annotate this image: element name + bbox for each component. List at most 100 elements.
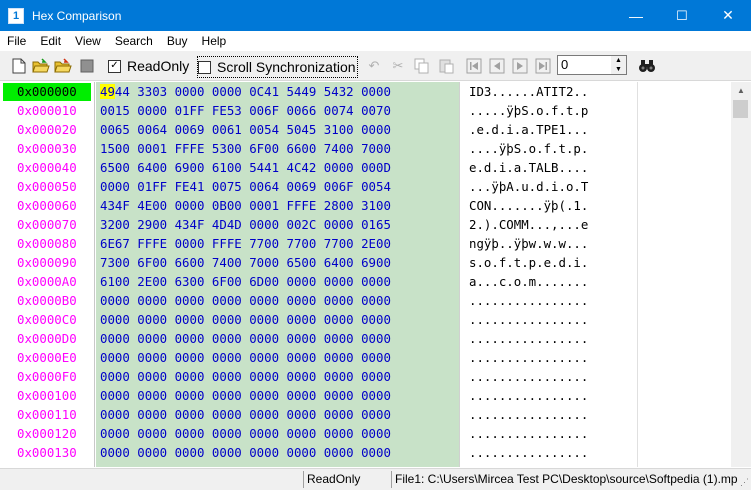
title-bar: 1 Hex Comparison — ☐ ✕ xyxy=(0,0,751,31)
menu-bar: File Edit View Search Buy Help xyxy=(0,31,751,51)
ascii-column[interactable]: ID3......ATIT2.. .....ÿþS.o.f.t.p .e.d.i.a… xyxy=(459,82,637,467)
hex-row[interactable]: 0000 0000 0000 0000 0000 0000 0000 0000 xyxy=(100,444,391,462)
readonly-checkbox[interactable]: ✓ ReadOnly xyxy=(108,56,189,76)
hex-row[interactable]: 0000 0000 0000 0000 0000 0000 0000 0000 xyxy=(100,368,391,386)
find-binoculars-icon[interactable] xyxy=(638,57,656,75)
menu-search[interactable]: Search xyxy=(108,34,160,48)
open-folder-icon[interactable] xyxy=(32,57,50,75)
status-mode: ReadOnly xyxy=(303,471,383,488)
ascii-row[interactable]: ................ xyxy=(469,368,588,386)
hex-row[interactable]: 6100 2E00 6300 6F00 6D00 0000 0000 0000 xyxy=(100,273,391,291)
scroll-sync-box[interactable] xyxy=(198,60,211,74)
hex-row[interactable]: 3200 2900 434F 4D4D 0000 002C 0000 0165 xyxy=(100,216,391,234)
address-cell: 0x0000C0 xyxy=(17,312,77,327)
ascii-row[interactable]: ................ xyxy=(469,406,588,424)
hex-row[interactable]: 6500 6400 6900 6100 5441 4C42 0000 000D xyxy=(100,159,391,177)
cut-icon[interactable]: ✂ xyxy=(389,57,407,75)
previous-difference-icon[interactable] xyxy=(488,57,506,75)
hex-row[interactable]: 6E67 FFFE 0000 FFFE 7700 7700 7700 2E00 xyxy=(100,235,391,253)
readonly-check-mark[interactable]: ✓ xyxy=(108,59,121,73)
ascii-row[interactable]: ...ÿþA.u.d.i.o.T xyxy=(469,178,588,196)
address-cell: 0x0000D0 xyxy=(17,331,77,346)
hex-row[interactable]: 7300 6F00 6600 7400 7000 6500 6400 6900 xyxy=(100,254,391,272)
ascii-row[interactable]: s.o.f.t.p.e.d.i. xyxy=(469,254,588,272)
hex-row-rest[interactable]: 44 3303 0000 0000 0C41 5449 5432 0000 xyxy=(115,84,391,99)
ascii-row[interactable]: .e.d.i.a.TPE1... xyxy=(469,121,588,139)
comparison-gutter xyxy=(637,82,731,467)
ascii-row[interactable]: ................ xyxy=(469,387,588,405)
ascii-row[interactable]: .....ÿþS.o.f.t.p xyxy=(469,102,588,120)
menu-edit[interactable]: Edit xyxy=(33,34,68,48)
hex-row[interactable]: 0000 0000 0000 0000 0000 0000 0000 0000 xyxy=(100,349,391,367)
hex-row[interactable]: 0000 0000 0000 0000 0000 0000 0000 0000 xyxy=(100,292,391,310)
address-cell: 0x0000F0 xyxy=(17,369,77,384)
ascii-row[interactable]: ................ xyxy=(469,292,588,310)
address-cell: 0x0000B0 xyxy=(17,293,77,308)
spin-down-icon[interactable]: ▼ xyxy=(615,66,622,73)
hex-view[interactable]: 0x000000 0x000010 0x000020 0x000030 0x000040… xyxy=(0,82,751,467)
open-second-folder-icon[interactable] xyxy=(54,57,72,75)
menu-file[interactable]: File xyxy=(0,34,33,48)
scroll-sync-label: Scroll Synchronization xyxy=(217,59,356,75)
last-difference-icon[interactable] xyxy=(534,57,552,75)
spin-up-icon[interactable]: ▲ xyxy=(615,57,622,64)
hex-row[interactable]: 0000 0000 0000 0000 0000 0000 0000 0000 xyxy=(100,311,391,329)
offset-input[interactable]: 0 xyxy=(557,55,612,75)
minimize-button[interactable]: — xyxy=(613,0,659,31)
ascii-row[interactable]: 2.).COMM...,...e xyxy=(469,216,588,234)
ascii-row[interactable]: ................ xyxy=(469,425,588,443)
hex-row[interactable]: 0065 0064 0069 0061 0054 5045 3100 0000 xyxy=(100,121,391,139)
ascii-row[interactable]: ................ xyxy=(469,311,588,329)
next-difference-icon[interactable] xyxy=(511,57,529,75)
new-file-icon[interactable] xyxy=(10,57,28,75)
ascii-row[interactable]: ID3......ATIT2.. xyxy=(469,83,588,101)
hex-row[interactable]: 0000 0000 0000 0000 0000 0000 0000 0000 xyxy=(100,425,391,443)
undo-icon[interactable]: ↶ xyxy=(365,57,383,75)
hex-row[interactable]: 0000 0000 0000 0000 0000 0000 0000 0000 xyxy=(100,330,391,348)
menu-help[interactable]: Help xyxy=(195,34,234,48)
address-cell: 0x0000E0 xyxy=(17,350,77,365)
address-cell: 0x000110 xyxy=(17,407,77,422)
ascii-row[interactable]: CON.......ÿþ(.1. xyxy=(469,197,588,215)
first-difference-icon[interactable] xyxy=(465,57,483,75)
hex-row[interactable]: 0000 0000 0000 0000 0000 0000 0000 0000 xyxy=(100,406,391,424)
status-bar: ReadOnly File1: C:\Users\Mircea Test PC\… xyxy=(0,468,751,490)
hex-column[interactable]: 4944 3303 0000 0000 0C41 5449 5432 0000 0… xyxy=(96,82,459,467)
offset-spinner[interactable]: ▲ ▼ xyxy=(611,55,627,75)
scroll-up-icon[interactable]: ▲ xyxy=(731,82,751,99)
address-cell: 0x000060 xyxy=(17,198,77,213)
hex-row[interactable]: 0000 0000 0000 0000 0000 0000 0000 0000 xyxy=(100,387,391,405)
resize-grip-icon[interactable]: ⋰ xyxy=(740,477,749,488)
status-file-path: File1: C:\Users\Mircea Test PC\Desktop\s… xyxy=(391,471,740,488)
menu-buy[interactable]: Buy xyxy=(160,34,195,48)
vertical-scrollbar[interactable]: ▲ xyxy=(731,82,751,467)
stop-icon[interactable] xyxy=(78,57,96,75)
ascii-row[interactable]: a...c.o.m....... xyxy=(469,273,588,291)
address-cell: 0x0000A0 xyxy=(17,274,77,289)
window-title: Hex Comparison xyxy=(32,8,122,23)
app-icon: 1 xyxy=(8,7,24,24)
scroll-thumb[interactable] xyxy=(733,100,748,118)
hex-row[interactable]: 4944 3303 0000 0000 0C41 5449 5432 0000 xyxy=(100,83,391,101)
maximize-button[interactable]: ☐ xyxy=(659,0,705,31)
cursor-byte[interactable]: 49 xyxy=(100,84,115,99)
ascii-row[interactable]: e.d.i.a.TALB.... xyxy=(469,159,588,177)
ascii-row[interactable]: ................ xyxy=(469,349,588,367)
hex-row[interactable]: 0000 01FF FE41 0075 0064 0069 006F 0054 xyxy=(100,178,391,196)
scroll-sync-checkbox[interactable]: Scroll Synchronization xyxy=(197,56,358,78)
hex-row[interactable]: 1500 0001 FFFE 5300 6F00 6600 7400 7000 xyxy=(100,140,391,158)
ascii-row[interactable]: ................ xyxy=(469,330,588,348)
address-cell: 0x000090 xyxy=(17,255,77,270)
menu-view[interactable]: View xyxy=(68,34,108,48)
copy-icon[interactable] xyxy=(413,57,431,75)
ascii-row[interactable]: ....ÿþS.o.f.t.p. xyxy=(469,140,588,158)
close-button[interactable]: ✕ xyxy=(705,0,751,31)
hex-row[interactable]: 0015 0000 01FF FE53 006F 0066 0074 0070 xyxy=(100,102,391,120)
ascii-row[interactable]: ngÿþ..ÿþw.w.w... xyxy=(469,235,588,253)
address-cell: 0x000000 xyxy=(3,83,91,101)
address-cell: 0x000030 xyxy=(17,141,77,156)
paste-icon[interactable] xyxy=(437,57,455,75)
hex-row[interactable]: 434F 4E00 0000 0B00 0001 FFFE 2800 3100 xyxy=(100,197,391,215)
ascii-row[interactable]: ................ xyxy=(469,444,588,462)
address-cell: 0x000050 xyxy=(17,179,77,194)
